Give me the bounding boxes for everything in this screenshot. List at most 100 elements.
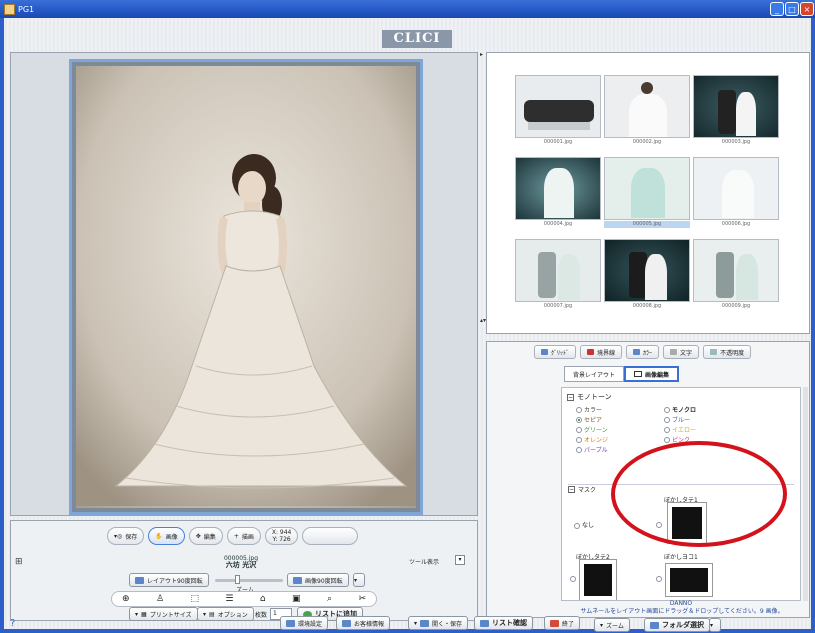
thumbnail-image[interactable] xyxy=(604,157,690,220)
color-icon xyxy=(633,349,641,355)
mask-label: ぼかしヨコ1 xyxy=(664,554,698,561)
thumbnail-image[interactable] xyxy=(515,157,601,220)
customer-info-button[interactable]: お客様情報 xyxy=(336,616,391,630)
tool-scrollbar[interactable] xyxy=(803,387,808,601)
tool-toggle-label: ツール表示 xyxy=(409,559,440,566)
help-icon[interactable]: ? xyxy=(10,618,15,629)
monotone-header[interactable]: − モノトーン xyxy=(567,392,800,402)
subtab-background-layout[interactable]: 背景レイアウト xyxy=(564,366,625,382)
thumbnail-item[interactable]: 000002.jpg xyxy=(604,75,690,146)
thumbnail-item[interactable]: 000005.jpg xyxy=(604,157,690,228)
rotate-layout-button[interactable]: レイアウト90度回転 xyxy=(129,573,209,587)
print-icon: ▦ xyxy=(141,610,147,618)
paste-icon[interactable]: ▣ xyxy=(292,594,301,604)
crop-icon[interactable]: ⬚ xyxy=(190,594,199,604)
folder-select-button[interactable]: フォルダ選択 xyxy=(644,618,710,632)
collapse-icon[interactable]: − xyxy=(568,486,575,493)
collapse-icon[interactable]: − xyxy=(567,393,574,401)
rotate-image-button[interactable]: 画像90度回転 xyxy=(287,573,349,587)
save-icon: ▾◎ xyxy=(114,532,123,540)
chevron-down-icon: ▾ xyxy=(203,610,207,618)
tab-border[interactable]: 境界線 xyxy=(580,345,623,359)
radio-orange[interactable]: オレンジ xyxy=(576,435,664,444)
cut-icon[interactable]: ✂ xyxy=(358,594,366,604)
thumbnail-image[interactable] xyxy=(604,239,690,302)
thumbnail-item[interactable]: 000006.jpg xyxy=(693,157,779,228)
rotate-dropdown-button[interactable]: ▾ xyxy=(353,573,365,587)
mask-tate2[interactable] xyxy=(579,559,617,600)
thumbnail-item[interactable]: 000007.jpg xyxy=(515,239,601,310)
radio-mask-tate2[interactable] xyxy=(570,576,576,582)
tab-color[interactable]: ｶﾗｰ xyxy=(626,345,660,359)
maximize-button[interactable]: □ xyxy=(785,2,799,16)
list-check-button[interactable]: リスト確認 xyxy=(474,616,533,630)
mode-pills: ▾◎ 保存 ✋ 画像 ✥ 編集 + 描画 X: 944 Y: 726 xyxy=(107,527,359,545)
thumbnail-item[interactable]: 000004.jpg xyxy=(515,157,601,228)
tab-grid[interactable]: ｸﾞﾘｯﾄﾞ xyxy=(534,345,577,359)
thumbnail-item[interactable]: 000009.jpg xyxy=(693,239,779,310)
thumbnail-caption: 000006.jpg xyxy=(721,221,751,227)
image-edit-icon xyxy=(634,371,643,377)
tool-toggle-button[interactable]: ▾ xyxy=(455,555,465,565)
exit-icon xyxy=(550,619,559,627)
radio-mono[interactable]: モノクロ xyxy=(664,405,752,414)
zoom-slider[interactable] xyxy=(215,579,283,582)
chevron-down-icon: ▾ xyxy=(135,610,139,618)
thumbnail-image[interactable] xyxy=(693,157,779,220)
radio-mask-yoko1[interactable] xyxy=(656,576,662,582)
grid-toggle-icon[interactable]: ⊞ xyxy=(15,557,23,567)
zoom-slider-knob[interactable] xyxy=(235,575,240,584)
edit-mode-button[interactable]: ✥ 編集 xyxy=(188,527,223,545)
thumbnail-image[interactable] xyxy=(693,75,779,138)
thumbnail-image[interactable] xyxy=(515,239,601,302)
radio-mask-none[interactable]: なし xyxy=(574,520,594,529)
settings-icon xyxy=(286,619,295,627)
control-panel: ▾◎ 保存 ✋ 画像 ✥ 編集 + 描画 X: 944 Y: 726 ⊞ 000005.j… xyxy=(10,520,478,621)
option-button[interactable]: ▾ ▤ オプション xyxy=(197,607,254,621)
thumbnail-image[interactable] xyxy=(604,75,690,138)
radio-green[interactable]: グリーン xyxy=(576,425,664,434)
draw-mode-button[interactable]: + 描画 xyxy=(226,527,261,545)
thumbnail-grid: 000001.jpg 000002.jpg 000003.jpg 000004.… xyxy=(515,75,781,310)
thumbnail-item[interactable]: 000003.jpg xyxy=(693,75,779,146)
search-icon[interactable]: ⌕ xyxy=(327,594,332,604)
open-save-button[interactable]: ▾ 開く・保存 xyxy=(408,616,469,630)
image-edit-scroll[interactable]: − モノトーン カラー モノクロ セピア ブルー グリーン イエロー オレンジ … xyxy=(561,387,801,601)
close-button[interactable]: × xyxy=(800,2,814,16)
radio-sepia[interactable]: セピア xyxy=(576,415,664,424)
bride-illustration xyxy=(76,66,416,506)
thumbnail-caption: 000004.jpg xyxy=(543,221,573,227)
print-size-button[interactable]: ▾ ▦ プリントサイズ xyxy=(129,607,198,621)
save-mode-button[interactable]: ▾◎ 保存 xyxy=(107,527,145,545)
radio-blue[interactable]: ブルー xyxy=(664,415,752,424)
thumbnail-image[interactable] xyxy=(515,75,601,138)
tab-text[interactable]: 文字 xyxy=(663,345,700,359)
align-icon[interactable]: ☰ xyxy=(225,594,233,604)
crosshair-icon: + xyxy=(233,532,239,540)
tab-opacity[interactable]: 不透明度 xyxy=(703,345,752,359)
folder-icon xyxy=(650,621,659,629)
bulb-icon[interactable]: ♙ xyxy=(156,594,164,604)
thumbnail-caption: 000009.jpg xyxy=(721,303,751,309)
subtab-image-edit[interactable]: 画像編集 xyxy=(624,366,680,382)
photo-frame[interactable] xyxy=(69,59,423,515)
splitter-arrow-icon[interactable]: ▸ xyxy=(480,51,483,58)
settings-button[interactable]: 環境設定 xyxy=(280,616,329,630)
exit-button[interactable]: 終了 xyxy=(544,616,581,630)
radio-yellow[interactable]: イエロー xyxy=(664,425,752,434)
highlight-ellipse xyxy=(611,441,787,547)
mask-yoko1[interactable] xyxy=(665,563,713,597)
target-icon[interactable]: ⊕ xyxy=(122,594,130,604)
app-window: CLICI ▸ 000001.jpg 000002.jpg 000003.jpg… xyxy=(0,18,815,633)
splitter-up-icon[interactable]: ▴▾ xyxy=(480,317,486,324)
folder-dropdown-button[interactable]: ▾ xyxy=(709,618,721,632)
thumbnail-item[interactable]: 000001.jpg xyxy=(515,75,601,146)
radio-color[interactable]: カラー xyxy=(576,405,664,414)
image-mode-button[interactable]: ✋ 画像 xyxy=(148,527,185,545)
minimize-button[interactable]: _ xyxy=(770,2,784,16)
preview-photo[interactable] xyxy=(76,66,416,508)
layer-icon[interactable]: ⌂ xyxy=(260,594,266,604)
thumbnail-item[interactable]: 000008.jpg xyxy=(604,239,690,310)
thumb-zoom-button[interactable]: ▾ ズーム xyxy=(594,618,630,632)
thumbnail-image[interactable] xyxy=(693,239,779,302)
